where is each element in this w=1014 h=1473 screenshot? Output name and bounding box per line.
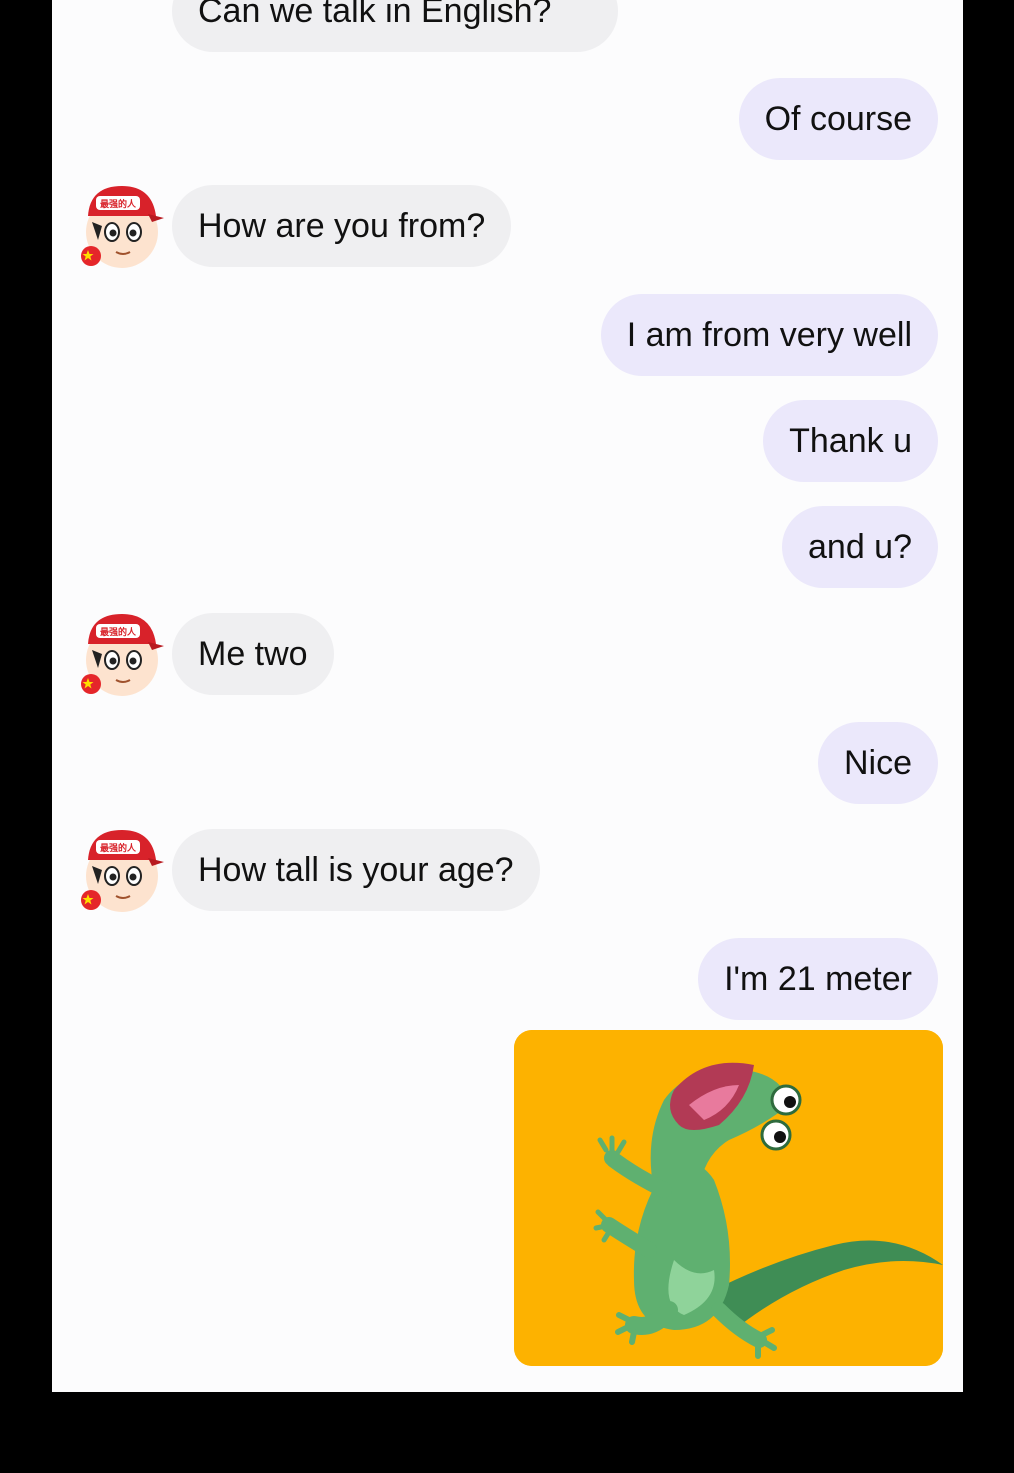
svg-text:最强的人: 最强的人 bbox=[100, 626, 137, 638]
avatar-boy-cap-icon: 最强的人 bbox=[81, 614, 164, 696]
contact-avatar[interactable]: 最强的人 bbox=[78, 610, 166, 698]
message-text: Me two bbox=[198, 635, 308, 673]
sticker-message[interactable] bbox=[514, 1030, 943, 1366]
svg-text:最强的人: 最强的人 bbox=[100, 842, 137, 854]
chat-screen: Can we talk in English? Of course 最强的人 H… bbox=[52, 0, 963, 1392]
message-text: Of course bbox=[764, 100, 912, 138]
message-bubble-outgoing[interactable]: I am from very well bbox=[600, 294, 938, 376]
message-text: Can we talk in English? bbox=[198, 0, 552, 30]
avatar-boy-cap-icon: 最强的人 bbox=[81, 186, 164, 268]
message-bubble-incoming[interactable]: Can we talk in English? bbox=[172, 0, 618, 52]
message-text: How tall is your age? bbox=[198, 851, 514, 889]
message-text: Nice bbox=[843, 744, 912, 782]
message-text: Thank u bbox=[789, 422, 912, 460]
avatar-boy-cap-icon: 最强的人 bbox=[81, 830, 164, 912]
svg-text:最强的人: 最强的人 bbox=[100, 198, 137, 210]
lizard-sticker-icon bbox=[514, 1030, 943, 1366]
message-bubble-outgoing[interactable]: Thank u bbox=[763, 400, 938, 482]
contact-avatar[interactable]: 最强的人 bbox=[78, 182, 166, 270]
message-bubble-outgoing[interactable]: and u? bbox=[782, 506, 938, 588]
contact-avatar[interactable]: 最强的人 bbox=[78, 826, 166, 914]
message-bubble-incoming[interactable]: How are you from? bbox=[172, 185, 512, 267]
message-bubble-outgoing[interactable]: Nice bbox=[817, 722, 938, 804]
message-text: and u? bbox=[808, 528, 912, 566]
message-bubble-incoming[interactable]: Me two bbox=[172, 613, 334, 695]
message-bubble-incoming[interactable]: How tall is your age? bbox=[172, 829, 540, 911]
message-text: I'm 21 meter bbox=[724, 960, 912, 998]
message-text: I am from very well bbox=[626, 316, 912, 354]
message-bubble-outgoing[interactable]: I'm 21 meter bbox=[698, 938, 938, 1020]
message-text: How are you from? bbox=[198, 207, 486, 245]
message-bubble-outgoing[interactable]: Of course bbox=[738, 78, 938, 160]
